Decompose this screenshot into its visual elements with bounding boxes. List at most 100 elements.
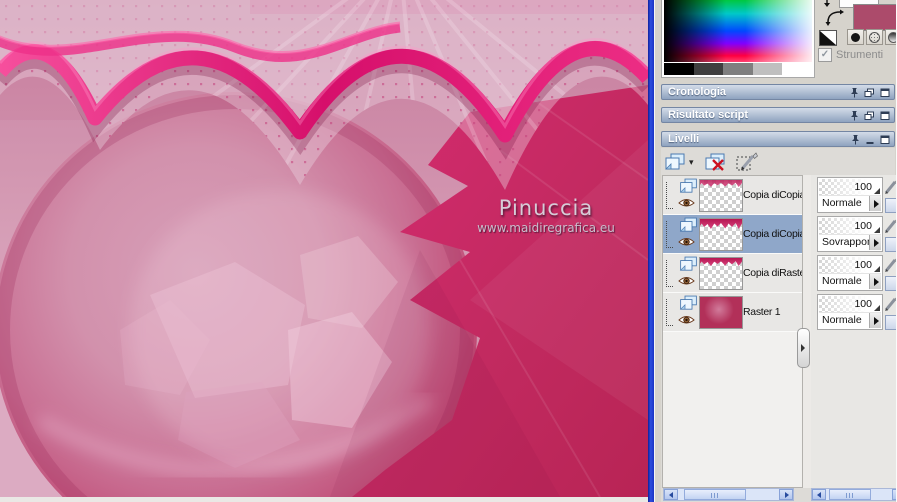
layer-properties: 100 Sovrapponi [817, 216, 883, 252]
image-canvas[interactable]: Pinuccia www.maidiregrafica.eu [0, 0, 648, 502]
style-color-button[interactable] [847, 29, 864, 45]
pin-icon[interactable] [850, 110, 859, 121]
new-layer-button[interactable]: ▾ [663, 153, 694, 172]
layers-panel-header[interactable]: Livelli [661, 131, 895, 147]
layer-properties: 100 Normale [817, 255, 883, 291]
script-result-panel-header[interactable]: Risultato script [661, 107, 895, 123]
right-chevron-icon [785, 492, 789, 498]
swap-colors-icon[interactable] [824, 9, 846, 29]
watermark-name: Pinuccia [498, 196, 594, 220]
gray-swatch[interactable] [693, 63, 724, 75]
gray-swatch[interactable] [723, 63, 753, 75]
scroll-left-button[interactable] [812, 489, 826, 500]
blend-dropdown-arrow[interactable] [869, 313, 881, 328]
blend-mode-dropdown[interactable]: Sovrapponi [819, 235, 881, 250]
blend-mode-dropdown[interactable]: Normale [819, 313, 881, 328]
history-panel-header[interactable]: Cronologia [661, 84, 895, 100]
strumenti-label: Strumenti [836, 49, 884, 61]
chevron-down-icon: ▾ [689, 156, 694, 167]
layer-row[interactable]: Raster 1 [663, 293, 802, 332]
blend-mode-value: Sovrapponi [822, 236, 876, 248]
layer-thumbnail[interactable] [699, 179, 743, 212]
visibility-eye-icon[interactable] [678, 315, 695, 325]
layer-group-line [666, 221, 673, 248]
layer-group-line [666, 182, 673, 209]
opacity-slider-thumb[interactable] [874, 188, 880, 194]
opacity-slider-thumb[interactable] [874, 305, 880, 311]
gray-swatch[interactable] [752, 63, 783, 75]
edit-selection-button[interactable] [736, 152, 760, 172]
blend-mode-dropdown[interactable]: Normale [819, 274, 881, 289]
scrollbar-thumb[interactable] [684, 489, 746, 500]
gray-swatch[interactable] [782, 63, 812, 75]
visibility-eye-icon[interactable] [678, 237, 695, 247]
opacity-slider-thumb[interactable] [874, 227, 880, 233]
layer-list[interactable]: Copia diCopia d Copia diCopia d Copia di… [662, 175, 803, 488]
layer-list-scrollbar[interactable] [663, 488, 794, 501]
layer-thumbnail[interactable] [699, 218, 743, 251]
rainbow-picker-area[interactable] [664, 0, 812, 62]
opacity-slider[interactable]: 100 [819, 179, 881, 196]
canvas-artwork [0, 0, 648, 497]
background-color-swatch[interactable] [853, 4, 897, 31]
layers-title: Livelli [668, 133, 700, 145]
layer-row[interactable]: Copia diCopia d [663, 176, 802, 215]
layer-pages-icon [679, 178, 697, 193]
left-chevron-icon [817, 492, 821, 498]
maximize-icon[interactable] [880, 135, 890, 145]
layer-thumbnail[interactable] [699, 257, 743, 290]
grayscale-swatches[interactable] [664, 63, 812, 75]
opacity-value: 100 [854, 220, 872, 232]
opacity-slider-thumb[interactable] [874, 266, 880, 272]
scrollbar-thumb[interactable] [829, 489, 871, 500]
delete-layer-icon [705, 153, 725, 171]
layer-pages-icon [679, 256, 697, 271]
layer-name: Copia diCopia d [743, 189, 803, 201]
layer-row[interactable]: Copia diRaster [663, 254, 802, 293]
maximize-icon[interactable] [880, 111, 890, 121]
script-result-title: Risultato script [668, 109, 749, 121]
opacity-slider[interactable]: 100 [819, 218, 881, 235]
visibility-eye-icon[interactable] [678, 276, 695, 286]
thumbnail-art [700, 180, 742, 187]
textured-circle-icon [869, 31, 880, 43]
left-chevron-icon [669, 492, 673, 498]
thumbnail-art [700, 258, 742, 266]
watermark-url: www.maidiregrafica.eu [477, 221, 615, 235]
app-window: Pinuccia www.maidiregrafica.eu ✓ Strumen… [0, 0, 897, 502]
opacity-value: 100 [854, 181, 872, 193]
cascade-icon[interactable] [864, 111, 875, 121]
panel-splitter-handle[interactable] [797, 328, 810, 368]
pin-icon[interactable] [850, 87, 859, 98]
black-white-reset-icon[interactable] [819, 30, 837, 46]
maximize-icon[interactable] [880, 88, 890, 98]
blend-dropdown-arrow[interactable] [869, 196, 881, 211]
cascade-icon[interactable] [864, 88, 875, 98]
thumbnail-art [700, 219, 742, 229]
minimize-icon[interactable] [865, 135, 875, 145]
scroll-left-button[interactable] [664, 489, 678, 500]
properties-scrollbar[interactable] [811, 488, 897, 501]
visibility-eye-icon[interactable] [678, 198, 695, 208]
pin-icon[interactable] [851, 134, 860, 145]
updown-arrow-icon [824, 0, 830, 7]
new-layer-pages-icon [665, 153, 685, 169]
layer-pages-icon [679, 295, 697, 310]
layer-row-selected[interactable]: Copia diCopia d [663, 215, 802, 254]
delete-layer-button[interactable] [703, 153, 727, 172]
blend-dropdown-arrow[interactable] [869, 274, 881, 289]
blend-mode-dropdown[interactable]: Normale [819, 196, 881, 211]
gray-swatch[interactable] [664, 63, 694, 75]
style-texture-button[interactable] [866, 29, 883, 45]
layer-group-line [666, 260, 673, 287]
color-picker[interactable] [661, 0, 815, 78]
opacity-slider[interactable]: 100 [819, 257, 881, 274]
layer-thumbnail[interactable] [699, 296, 743, 329]
blend-mode-value: Normale [822, 314, 862, 326]
layers-toolbar: ▾ [663, 150, 760, 174]
blend-dropdown-arrow[interactable] [869, 235, 881, 250]
layer-pages-icon [679, 217, 697, 232]
scroll-right-button[interactable] [779, 489, 793, 500]
opacity-slider[interactable]: 100 [819, 296, 881, 313]
strumenti-checkbox[interactable]: ✓ [818, 48, 832, 62]
